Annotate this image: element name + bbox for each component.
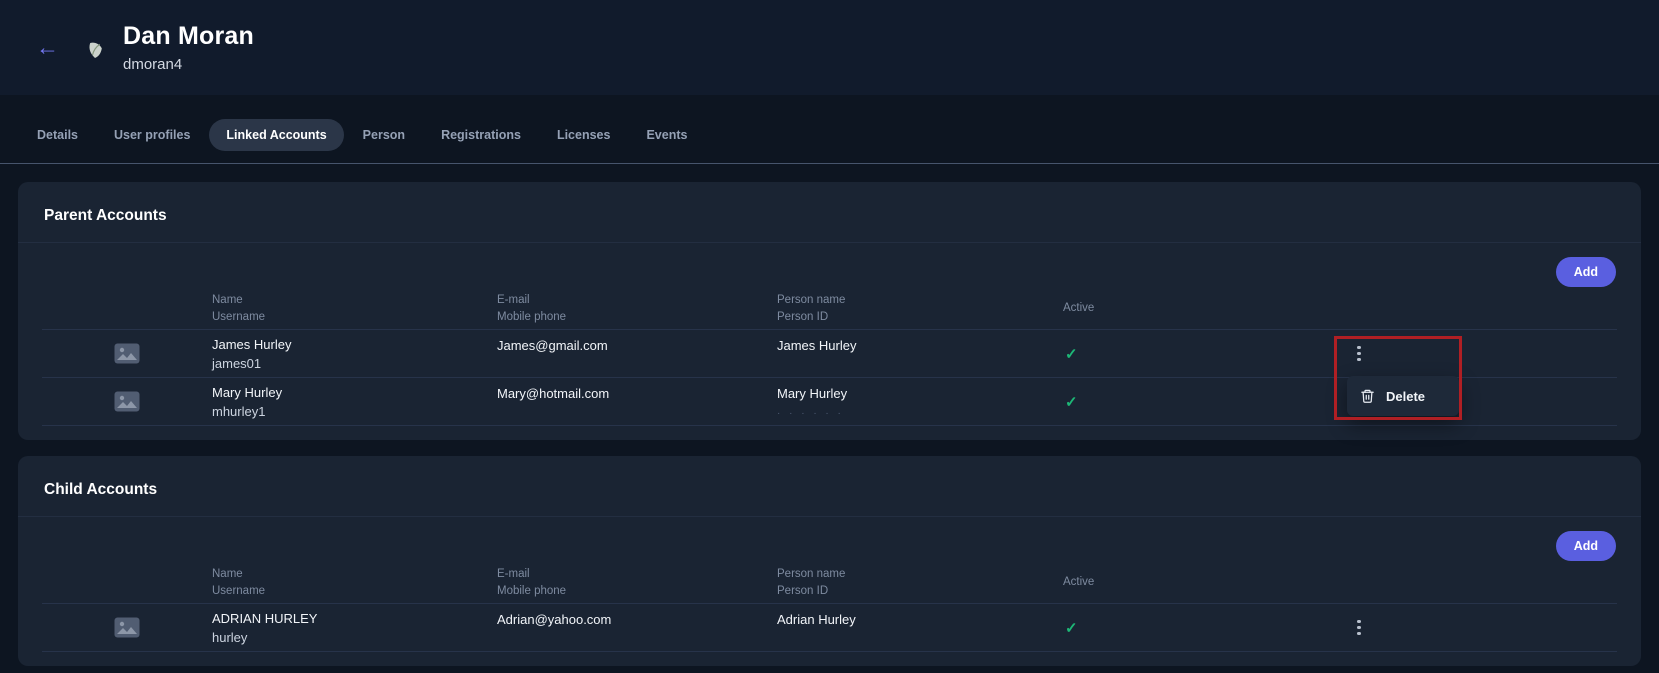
image-placeholder-icon xyxy=(114,391,212,412)
active-check-icon: ✓ xyxy=(1065,619,1349,637)
image-placeholder-icon xyxy=(114,617,212,638)
account-person-name: Mary Hurley xyxy=(777,386,1063,401)
trash-icon xyxy=(1360,388,1375,404)
account-person-name: Adrian Hurley xyxy=(777,612,1063,627)
account-email: Mary@hotmail.com xyxy=(497,386,777,401)
account-username: mhurley1 xyxy=(212,404,497,419)
account-name: James Hurley xyxy=(212,337,497,352)
tab-bar: Details User profiles Linked Accounts Pe… xyxy=(0,95,1659,164)
leaf-avatar-icon xyxy=(83,35,107,61)
delete-menu-label: Delete xyxy=(1386,389,1425,404)
name-cell: ADRIAN HURLEY hurley xyxy=(212,611,497,645)
user-avatar xyxy=(83,35,107,61)
person-cell: Mary Hurley · · · · · · xyxy=(777,386,1063,419)
user-header: ← Dan Moran dmoran4 xyxy=(0,0,1659,95)
header-email-mobile: E-mail Mobile phone xyxy=(497,292,777,327)
account-email: Adrian@yahoo.com xyxy=(497,612,777,627)
account-person-name: James Hurley xyxy=(777,338,1063,353)
table-row-adrian: ADRIAN HURLEY hurley Adrian@yahoo.com Ad… xyxy=(18,604,1641,651)
account-name: Mary Hurley xyxy=(212,385,497,400)
header-name-username: Name Username xyxy=(212,566,497,601)
back-arrow-icon[interactable]: ← xyxy=(36,36,59,59)
account-username: james01 xyxy=(212,356,497,371)
tab-licenses[interactable]: Licenses xyxy=(540,119,628,151)
child-table-header: Name Username E-mail Mobile phone Person… xyxy=(18,563,1641,603)
tab-linked-accounts[interactable]: Linked Accounts xyxy=(209,119,343,151)
parent-add-button[interactable]: Add xyxy=(1556,257,1616,287)
header-active: Active xyxy=(1063,300,1349,317)
tab-events[interactable]: Events xyxy=(629,119,704,151)
row-divider xyxy=(42,425,1617,426)
child-add-row: Add xyxy=(18,517,1641,561)
header-person: Person name Person ID xyxy=(777,292,1063,327)
header-email-mobile: E-mail Mobile phone xyxy=(497,566,777,601)
account-name: ADRIAN HURLEY xyxy=(212,611,497,626)
active-check-icon: ✓ xyxy=(1065,345,1349,363)
tab-details[interactable]: Details xyxy=(20,119,95,151)
account-username: hurley xyxy=(212,630,497,645)
tab-person[interactable]: Person xyxy=(346,119,422,151)
parent-table-header: Name Username E-mail Mobile phone Person… xyxy=(18,289,1641,329)
context-menu-delete-item[interactable]: Delete xyxy=(1347,376,1459,416)
tab-user-profiles[interactable]: User profiles xyxy=(97,119,207,151)
tab-registrations[interactable]: Registrations xyxy=(424,119,538,151)
account-person-id: · · · · · · xyxy=(777,408,1063,419)
name-cell: Mary Hurley mhurley1 xyxy=(212,385,497,419)
header-name-username: Name Username xyxy=(212,292,497,327)
row-divider xyxy=(42,651,1617,652)
parent-add-row: Add xyxy=(18,243,1641,287)
page-subtitle: dmoran4 xyxy=(123,56,254,73)
child-add-button[interactable]: Add xyxy=(1556,531,1616,561)
kebab-menu-icon[interactable] xyxy=(1351,341,1367,367)
header-active: Active xyxy=(1063,574,1349,591)
parent-accounts-title: Parent Accounts xyxy=(18,182,1641,242)
active-check-icon: ✓ xyxy=(1065,393,1349,411)
table-row-james: James Hurley james01 James@gmail.com Jam… xyxy=(18,330,1641,377)
account-email: James@gmail.com xyxy=(497,338,777,353)
name-cell: James Hurley james01 xyxy=(212,337,497,371)
child-accounts-card: Child Accounts Add Name Username E-mail … xyxy=(18,456,1641,666)
child-accounts-title: Child Accounts xyxy=(18,456,1641,516)
header-person: Person name Person ID xyxy=(777,566,1063,601)
user-identity: Dan Moran dmoran4 xyxy=(123,22,254,73)
image-placeholder-icon xyxy=(114,343,212,364)
page-title: Dan Moran xyxy=(123,22,254,51)
kebab-menu-icon[interactable] xyxy=(1351,615,1367,641)
